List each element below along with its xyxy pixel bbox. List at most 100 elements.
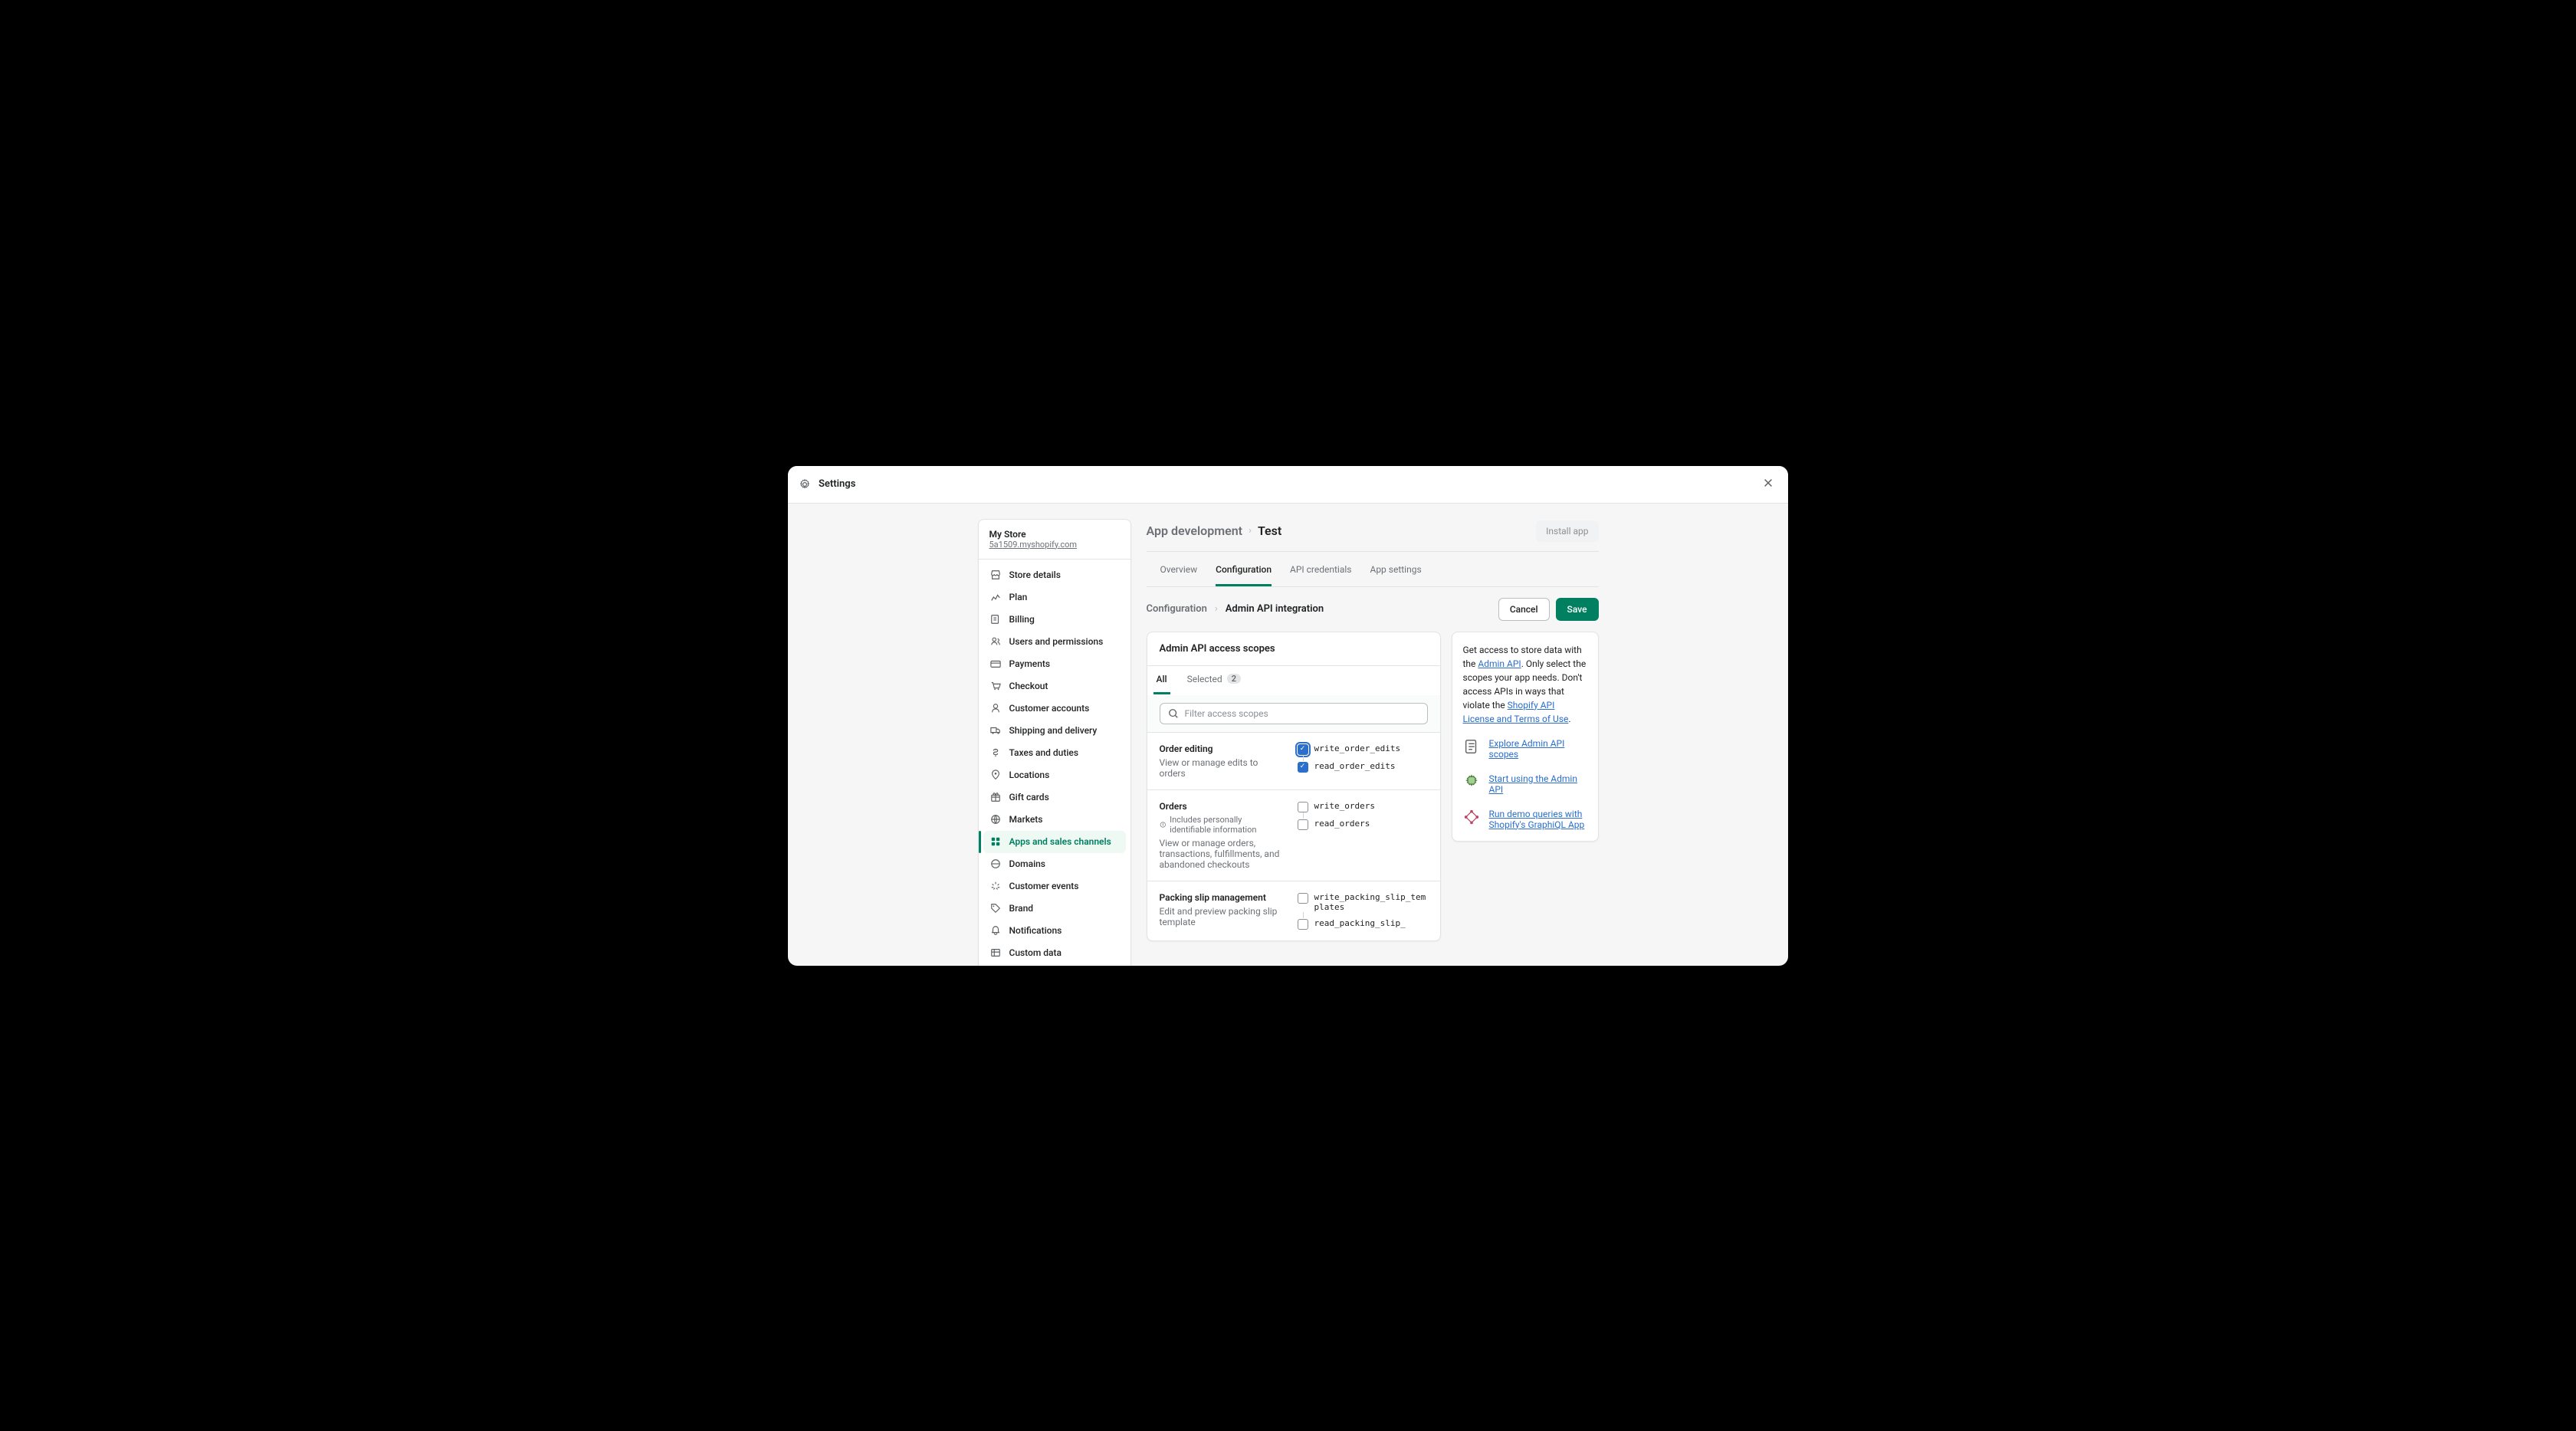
sub-root[interactable]: Configuration [1147, 603, 1207, 615]
side-t3: . [1568, 714, 1570, 724]
nav-languages[interactable]: Languages [983, 964, 1126, 966]
selected-count-badge: 2 [1227, 674, 1241, 684]
chevron-right-icon: › [1215, 603, 1218, 615]
scope-sections: Order editingView or manage edits to ord… [1147, 733, 1440, 940]
side-link-label: Run demo queries with Shopify's GraphiQL… [1489, 809, 1587, 830]
nav-notifications[interactable]: Notifications [983, 920, 1126, 942]
search-icon [1168, 708, 1179, 719]
nav-list: Store details Plan Billing Users and per… [979, 560, 1130, 966]
nav-store-details[interactable]: Store details [983, 564, 1126, 586]
store-icon [989, 569, 1002, 581]
link-admin-api[interactable]: Admin API [1478, 658, 1521, 669]
users-icon [989, 635, 1002, 648]
search-input[interactable] [1185, 708, 1419, 719]
side-link-explore[interactable]: Explore Admin API scopes [1463, 738, 1587, 760]
scope-code: write_orders [1314, 801, 1375, 811]
data-icon [989, 947, 1002, 959]
scope-tab-all[interactable]: All [1153, 674, 1170, 694]
close-icon [1762, 477, 1774, 489]
tab-overview[interactable]: Overview [1160, 564, 1198, 586]
scope-checkbox-row: read_orders [1298, 819, 1428, 830]
close-button[interactable] [1759, 474, 1777, 495]
scopes-card: Admin API access scopes All Selected 2 [1147, 632, 1441, 941]
taxes-icon [989, 747, 1002, 759]
scope-code: write_order_edits [1314, 743, 1401, 753]
nav-customer-accounts[interactable]: Customer accounts [983, 697, 1126, 720]
shipping-icon [989, 724, 1002, 737]
bell-icon [989, 924, 1002, 937]
scope-checkbox-row: read_packing_slip_ [1298, 918, 1428, 930]
checkbox[interactable] [1298, 802, 1308, 812]
nav-checkout[interactable]: Checkout [983, 675, 1126, 697]
scope-code: read_orders [1314, 819, 1370, 829]
tab-app-settings[interactable]: App settings [1370, 564, 1421, 586]
checkbox[interactable]: ✓ [1298, 762, 1308, 773]
nav-markets[interactable]: Markets [983, 809, 1126, 831]
nav-label: Taxes and duties [1009, 747, 1079, 758]
plan-icon [989, 591, 1002, 603]
scope-title: Packing slip management [1160, 892, 1285, 903]
nav-label: Shipping and delivery [1009, 725, 1098, 736]
side-link-label: Explore Admin API scopes [1489, 738, 1587, 760]
scope-section: Packing slip management Edit and preview … [1147, 881, 1440, 940]
nav-users[interactable]: Users and permissions [983, 631, 1126, 653]
checkbox[interactable] [1298, 919, 1308, 930]
scope-code: read_packing_slip_ [1314, 918, 1406, 928]
scope-desc: View or manage orders, transactions, ful… [1160, 838, 1285, 870]
scopes-header: Admin API access scopes [1147, 632, 1440, 666]
nav-shipping[interactable]: Shipping and delivery [983, 720, 1126, 742]
graphiql-icon [1463, 809, 1480, 825]
scope-checkbox-row: ✓ write_order_edits [1298, 743, 1428, 755]
nav-plan[interactable]: Plan [983, 586, 1126, 609]
nav-locations[interactable]: Locations [983, 764, 1126, 786]
nav-label: Customer events [1009, 881, 1079, 891]
side-text: Get access to store data with the Admin … [1463, 643, 1587, 726]
nav-label: Payments [1009, 658, 1051, 669]
nav-label: Markets [1009, 814, 1043, 825]
nav-apps[interactable]: Apps and sales channels [983, 831, 1126, 853]
scope-tabs: All Selected 2 [1147, 666, 1440, 695]
breadcrumb: App development › Test [1147, 523, 1282, 538]
scope-section: Order editingView or manage edits to ord… [1147, 733, 1440, 790]
save-button[interactable]: Save [1556, 598, 1599, 621]
tab-api-credentials[interactable]: API credentials [1290, 564, 1351, 586]
nav-billing[interactable]: Billing [983, 609, 1126, 631]
search-box[interactable] [1160, 703, 1428, 724]
scope-tab-selected[interactable]: Selected 2 [1184, 674, 1244, 694]
store-url[interactable]: 5a1509.myshopify.com [989, 540, 1120, 550]
tab-configuration[interactable]: Configuration [1216, 564, 1272, 586]
nav-customer-events[interactable]: Customer events [983, 875, 1126, 898]
nav-custom-data[interactable]: Custom data [983, 942, 1126, 964]
tabs: Overview Configuration API credentials A… [1147, 552, 1599, 587]
side-link-start[interactable]: Start using the Admin API [1463, 773, 1587, 795]
payments-icon [989, 658, 1002, 670]
checkbox[interactable] [1298, 893, 1308, 904]
scope-desc: View or manage edits to orders [1160, 757, 1285, 779]
page-title: Test [1258, 523, 1281, 538]
nav-payments[interactable]: Payments [983, 653, 1126, 675]
side-link-label: Start using the Admin API [1489, 773, 1587, 795]
nav-brand[interactable]: Brand [983, 898, 1126, 920]
side-link-graphiql[interactable]: Run demo queries with Shopify's GraphiQL… [1463, 809, 1587, 830]
store-header: My Store 5a1509.myshopify.com [979, 520, 1130, 560]
nav-taxes[interactable]: Taxes and duties [983, 742, 1126, 764]
gift-icon [989, 791, 1002, 803]
checkbox[interactable] [1298, 819, 1308, 830]
cancel-button[interactable]: Cancel [1498, 598, 1550, 621]
nav-label: Apps and sales channels [1009, 836, 1111, 847]
main: App development › Test Install app Overv… [1147, 519, 1599, 941]
breadcrumb-root[interactable]: App development [1147, 523, 1243, 538]
scope-pii: Includes personally identifiable informa… [1160, 815, 1285, 835]
gear-badge-icon [1463, 773, 1480, 790]
nav-label: Users and permissions [1009, 636, 1104, 647]
scope-checkbox-row: ✓read_order_edits [1298, 761, 1428, 773]
nav-domains[interactable]: Domains [983, 853, 1126, 875]
scope-desc: Edit and preview packing slip template [1160, 906, 1285, 927]
events-icon [989, 880, 1002, 892]
markets-icon [989, 813, 1002, 825]
checkbox[interactable]: ✓ [1298, 744, 1308, 755]
side-links: Explore Admin API scopes Start using the… [1463, 738, 1587, 830]
nav-gift-cards[interactable]: Gift cards [983, 786, 1126, 809]
gear-icon [799, 478, 811, 491]
install-button[interactable]: Install app [1536, 520, 1598, 542]
